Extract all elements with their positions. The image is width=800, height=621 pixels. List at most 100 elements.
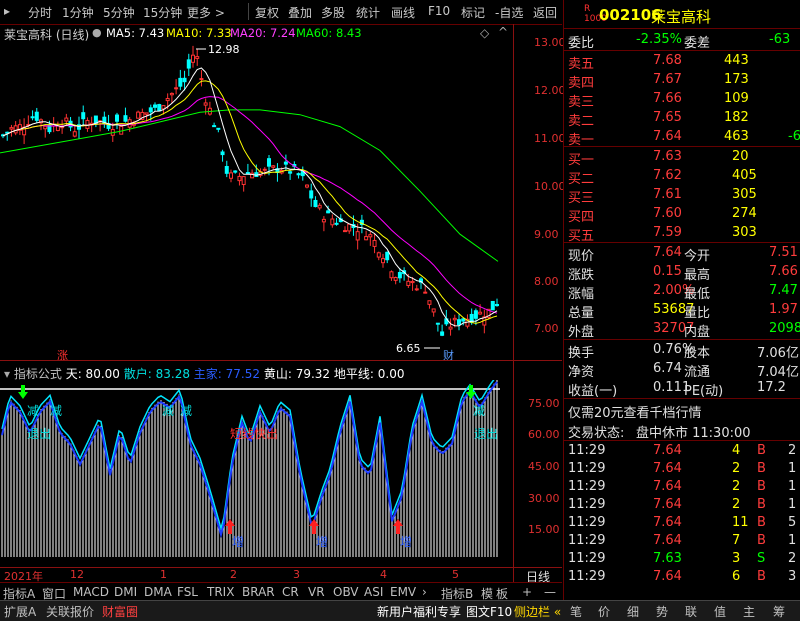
quote-header: R 1000 002106 莱宝高科 xyxy=(564,4,800,26)
tab-more-arrow[interactable]: › xyxy=(422,585,427,599)
indicator-name[interactable]: 指标公式 xyxy=(14,367,62,381)
btn-sidebar[interactable]: 侧边栏 « xyxy=(514,603,561,620)
buy-price: 7.59 xyxy=(653,225,682,240)
btn-duogu[interactable]: 多股 xyxy=(321,4,345,21)
candle-body xyxy=(423,291,428,294)
btn-diejia[interactable]: 叠加 xyxy=(288,4,312,21)
bi-icon[interactable]: 笔 xyxy=(570,603,582,620)
btn-guanlian[interactable]: 关联报价 xyxy=(46,603,94,620)
sell-change: -6 xyxy=(788,129,800,144)
tab-minus[interactable]: — xyxy=(544,585,556,599)
shi-icon[interactable]: 势 xyxy=(656,603,668,620)
indicator-menu-icon[interactable]: ▾ xyxy=(4,367,10,381)
tab-cr[interactable]: CR xyxy=(282,585,299,599)
tab-5min[interactable]: 5分钟 xyxy=(103,4,135,21)
btn-promo[interactable]: 新用户福利专享 xyxy=(377,603,461,620)
indicator-chart[interactable]: 减 减 退出 减 减 短线快出 退出 减 增 增 增 xyxy=(0,380,513,565)
zhi-icon[interactable]: 值 xyxy=(714,603,726,620)
chou-icon[interactable]: 筹 xyxy=(773,603,785,620)
promo-text[interactable]: 仅需20元查看千档行情 xyxy=(568,402,702,421)
promo-row[interactable]: 仅需20元查看千档行情 xyxy=(564,401,800,421)
tick-price: 7.64 xyxy=(653,497,682,512)
tab-fsl[interactable]: FSL xyxy=(177,585,198,599)
tick-row: 11:29 7.64 2 B 1 xyxy=(564,496,800,515)
candle-body xyxy=(220,151,225,156)
candle-body xyxy=(461,318,466,322)
tab-plus[interactable]: + xyxy=(522,585,532,599)
stat-label: 换手 xyxy=(568,346,595,361)
xi-icon[interactable]: 细 xyxy=(627,603,639,620)
candle-body xyxy=(372,239,377,247)
stat-value: 7.04亿 xyxy=(757,365,799,380)
stat-label: 涨跌 xyxy=(568,268,595,283)
menu-arrow-icon[interactable]: ▸ xyxy=(4,4,10,18)
candle-body xyxy=(165,98,170,102)
tab-asi[interactable]: ASI xyxy=(364,585,383,599)
annot-zeng-3: 增 xyxy=(400,535,412,549)
tab-trix[interactable]: TRIX xyxy=(207,585,234,599)
tick-row: 11:29 7.64 11 B 5 xyxy=(564,514,800,533)
tick-count: 2 xyxy=(788,551,797,566)
tab-1min[interactable]: 1分钟 xyxy=(62,4,94,21)
btn-biaoji[interactable]: 标记 xyxy=(461,4,485,21)
candle-body xyxy=(182,77,187,83)
tick-side: B xyxy=(757,533,766,548)
tab-15min[interactable]: 15分钟 xyxy=(143,4,182,21)
buy-row: 买一 7.63 20 xyxy=(564,148,800,168)
tab-dma[interactable]: DMA xyxy=(144,585,172,599)
btn-tuwen-f10[interactable]: 图文F10 xyxy=(466,603,512,620)
tick-volume: 4 xyxy=(732,443,741,458)
candle-body xyxy=(144,112,149,115)
jia-icon[interactable]: 价 xyxy=(598,603,610,620)
btn-kuozhan[interactable]: 扩展A xyxy=(4,603,36,620)
tab-brar[interactable]: BRAR xyxy=(242,585,275,599)
tab-fenshi[interactable]: 分时 xyxy=(28,4,52,21)
weibi-label: 委比 xyxy=(568,36,595,51)
candle-body xyxy=(203,102,208,106)
candle-body xyxy=(212,125,217,128)
zhu-icon[interactable]: 主 xyxy=(743,603,755,620)
tab-vr[interactable]: VR xyxy=(308,585,325,599)
stat-value: 20980 xyxy=(769,321,800,336)
btn-caifuquan[interactable]: 财富圈 xyxy=(102,603,138,620)
diamond-icon[interactable]: ◇ xyxy=(480,26,489,40)
tick-side: B xyxy=(757,515,766,530)
btn-zixuan[interactable]: -自选 xyxy=(495,4,523,21)
candle-body xyxy=(115,114,119,122)
sell-volume: 173 xyxy=(724,72,749,87)
annot-jian-1: 减 xyxy=(27,404,39,418)
buy-row: 买五 7.59 303 xyxy=(564,224,800,244)
xaxis-label-3: 3 xyxy=(293,568,300,581)
candle-body xyxy=(169,92,174,96)
lian-icon[interactable]: 联 xyxy=(685,603,697,620)
tick-time: 11:29 xyxy=(568,497,606,512)
panel-divider xyxy=(0,360,562,361)
tick-count: 1 xyxy=(788,461,797,476)
btn-tongji[interactable]: 统计 xyxy=(356,4,380,21)
candle-body xyxy=(55,125,60,131)
buy-price: 7.60 xyxy=(653,206,682,221)
tab-dmi[interactable]: DMI xyxy=(114,585,137,599)
tab-more[interactable]: 更多 > xyxy=(187,4,225,21)
btn-f10[interactable]: F10 xyxy=(428,4,450,18)
btn-huaxian[interactable]: 画线 xyxy=(391,4,415,21)
stat-value: 7.51 xyxy=(769,245,798,260)
candle-body xyxy=(245,172,250,175)
kline-chart[interactable]: 12.98 6.65 涨 财 xyxy=(0,40,513,360)
tab-obv[interactable]: OBV xyxy=(333,585,359,599)
btn-fanhui[interactable]: 返回 xyxy=(533,4,557,21)
candle-body xyxy=(64,117,69,122)
stat-value: 7.66 xyxy=(769,264,798,279)
btn-fuquan[interactable]: 复权 xyxy=(255,4,279,21)
annot-zeng-2: 增 xyxy=(316,535,328,549)
collapse-icon[interactable]: ^ xyxy=(498,25,508,39)
sell-row: 卖一 7.64 463 -6 xyxy=(564,128,800,148)
weicha-value: -63 xyxy=(769,32,791,47)
tick-price: 7.64 xyxy=(653,479,682,494)
chart-settings-icon[interactable]: ● xyxy=(92,26,102,39)
tab-emv[interactable]: EMV xyxy=(390,585,416,599)
indicator-tabbar: 指标A 窗口 MACD DMI DMA FSL TRIX BRAR CR VR … xyxy=(0,582,562,601)
sell-price: 7.65 xyxy=(653,110,682,125)
candle-body xyxy=(43,125,48,130)
tab-macd[interactable]: MACD xyxy=(73,585,109,599)
